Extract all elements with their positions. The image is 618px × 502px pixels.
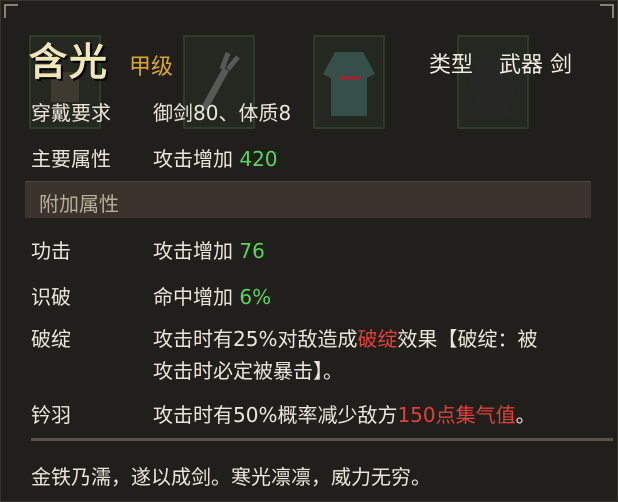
main-attribute-number: 420 xyxy=(239,147,278,171)
extra-attribute-number: 76 xyxy=(239,239,265,263)
extra-attribute-text: 命中增加 xyxy=(153,285,233,309)
extra-attribute-value: 攻击增加 76 xyxy=(153,235,265,264)
extra-attribute-label: 功击 xyxy=(31,239,71,263)
extra-attribute-text: 攻击增加 xyxy=(153,239,233,263)
special-effect-label: 钤羽 xyxy=(31,403,71,427)
main-attribute-value: 攻击增加 420 xyxy=(153,143,278,172)
special-effect-label: 破绽 xyxy=(31,327,71,351)
item-grade: 甲级 xyxy=(129,55,174,80)
extra-attribute-label: 识破 xyxy=(31,285,71,309)
item-type-value: 武器 剑 xyxy=(499,53,572,78)
extra-attribute-value: 命中增加 6% xyxy=(153,281,271,310)
special-effect-text: 攻击时有50%概率减少敌方 xyxy=(153,403,398,427)
special-effect-desc: 攻击时有25%对敌造成破绽效果【破绽：被 xyxy=(153,323,537,352)
item-tooltip: 含光 甲级 类型 武器 剑 穿戴要求 御剑80、体质8 主要属性 攻击增加 42… xyxy=(0,0,618,502)
special-effect-desc: 攻击时有50%概率减少敌方150点集气值。 xyxy=(153,399,536,428)
requirement-value: 御剑80、体质8 xyxy=(153,101,292,125)
corner-ornament xyxy=(600,4,614,18)
special-effect-text: 攻击时必定被暴击】。 xyxy=(153,359,343,383)
main-attribute-text: 攻击增加 xyxy=(153,147,233,171)
corner-ornament xyxy=(4,4,18,18)
item-name: 含光 xyxy=(29,40,110,84)
extra-attributes-header: 附加属性 xyxy=(25,181,591,218)
divider xyxy=(31,438,613,441)
flavor-text: 金铁乃濡，遂以成剑。寒光凛凛，威力无穷。 xyxy=(31,465,431,489)
special-effect-text: 。 xyxy=(515,403,536,427)
main-attribute-label: 主要属性 xyxy=(31,147,111,171)
item-type-label: 类型 xyxy=(429,53,474,78)
special-effect-highlight: 破绽 xyxy=(357,327,398,351)
robe-icon xyxy=(313,35,385,129)
section-title: 附加属性 xyxy=(39,192,119,216)
special-effect-text: 效果【破绽：被 xyxy=(397,327,538,351)
special-effect-highlight: 150点集气值 xyxy=(397,403,516,427)
special-effect-text: 攻击时有25%对敌造成 xyxy=(153,327,358,351)
requirement-label: 穿戴要求 xyxy=(31,101,111,125)
extra-attribute-number: 6% xyxy=(239,285,272,309)
